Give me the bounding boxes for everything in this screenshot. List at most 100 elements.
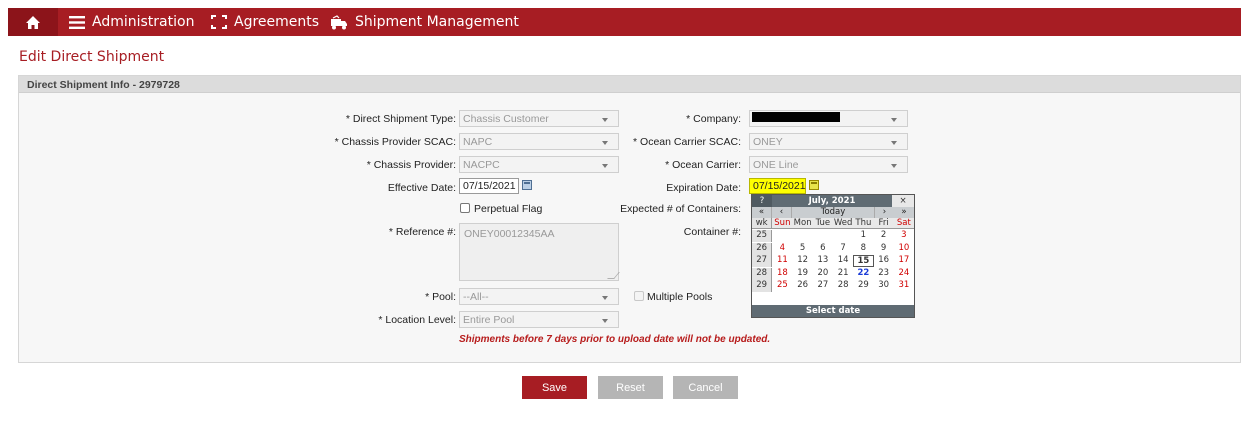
calendar-day[interactable]: 30 xyxy=(874,280,894,292)
pool-value: --All-- xyxy=(463,291,489,303)
effective-date-input[interactable]: 07/15/2021 xyxy=(459,178,519,194)
prev-year-button[interactable]: « xyxy=(752,207,772,218)
calendar-icon[interactable] xyxy=(522,180,532,190)
redacted-company-value xyxy=(752,112,840,122)
calendar-day[interactable]: 22 xyxy=(853,268,873,280)
calendar-day[interactable]: 8 xyxy=(853,243,873,255)
calendar-day[interactable]: 28 xyxy=(833,280,853,292)
calendar-day[interactable]: 11 xyxy=(772,255,792,267)
company-label: * Company: xyxy=(686,113,741,125)
calendar-day[interactable]: 5 xyxy=(793,243,813,255)
calendar-month-title: July, 2021 xyxy=(808,196,856,206)
calendar-empty-cell xyxy=(833,230,853,242)
provider-scac-label: * Chassis Provider SCAC: xyxy=(334,136,456,148)
resize-grip-icon[interactable] xyxy=(607,272,620,279)
top-navigation-bar: Administration Agreements Shipment Manag… xyxy=(8,8,1241,36)
nav-agreements-label: Agreements xyxy=(234,14,320,30)
calendar-day[interactable]: 23 xyxy=(874,268,894,280)
menu-icon xyxy=(69,15,85,29)
calendar-day[interactable]: 27 xyxy=(813,280,833,292)
chevron-down-icon xyxy=(602,141,608,145)
calendar-day[interactable]: 26 xyxy=(793,280,813,292)
calendar-day[interactable]: 15 xyxy=(853,255,874,267)
reference-value: ONEY00012345AA xyxy=(464,228,555,240)
cancel-button[interactable]: Cancel xyxy=(673,376,738,399)
multiple-pools-checkbox[interactable] xyxy=(634,291,644,301)
calendar-day[interactable]: 21 xyxy=(833,268,853,280)
shipment-info-panel: Direct Shipment Info - 2979728 xyxy=(18,75,1241,363)
next-month-button[interactable]: › xyxy=(874,207,894,218)
calendar-day[interactable]: 1 xyxy=(853,230,873,242)
pool-select[interactable]: --All-- xyxy=(459,288,619,305)
agreements-icon xyxy=(211,15,227,29)
week-number: 29 xyxy=(752,280,773,292)
calendar-day[interactable]: 4 xyxy=(772,243,792,255)
perpetual-flag-label: Perpetual Flag xyxy=(474,203,543,215)
calendar-status-bar: Select date xyxy=(752,305,914,317)
nav-agreements[interactable]: Agreements xyxy=(211,8,319,36)
calendar-day[interactable]: 24 xyxy=(894,268,914,280)
ocean-scac-select[interactable]: ONEY xyxy=(749,133,908,150)
weekday-sat: Sat xyxy=(896,218,911,228)
calendar-day[interactable]: 17 xyxy=(894,255,914,267)
calendar-week-row: 29 25 26 27 28 29 30 31 xyxy=(752,280,914,292)
calendar-day[interactable]: 31 xyxy=(894,280,914,292)
provider-scac-select[interactable]: NAPC xyxy=(459,133,619,150)
location-level-value: Entire Pool xyxy=(463,314,515,326)
shipment-type-value: Chassis Customer xyxy=(463,113,549,125)
effective-date-label: Effective Date: xyxy=(387,182,456,194)
expiration-date-label: Expiration Date: xyxy=(666,182,741,194)
perpetual-flag-checkbox[interactable] xyxy=(460,203,470,213)
calendar-day[interactable]: 13 xyxy=(813,255,833,267)
calendar-icon[interactable] xyxy=(809,180,819,190)
container-label: Container #: xyxy=(683,226,741,238)
weekday-thu: Thu xyxy=(855,218,872,228)
calendar-day[interactable]: 29 xyxy=(853,280,873,292)
today-button[interactable]: Today xyxy=(792,207,874,218)
ocean-carrier-select[interactable]: ONE Line xyxy=(749,156,908,173)
calendar-day[interactable]: 18 xyxy=(772,268,792,280)
save-button[interactable]: Save xyxy=(522,376,587,399)
expiration-date-input[interactable]: 07/15/2021 xyxy=(749,178,806,194)
reference-textarea[interactable]: ONEY00012345AA xyxy=(459,223,620,281)
calendar-day[interactable]: 7 xyxy=(833,243,853,255)
shipment-type-select[interactable]: Chassis Customer xyxy=(459,110,619,127)
calendar-day[interactable]: 19 xyxy=(793,268,813,280)
calendar-day[interactable]: 16 xyxy=(874,255,894,267)
location-level-select[interactable]: Entire Pool xyxy=(459,311,619,328)
calendar-day[interactable]: 2 xyxy=(874,230,894,242)
weekday-mon: Mon xyxy=(793,218,812,228)
shipment-type-label: * Direct Shipment Type: xyxy=(345,113,456,125)
calendar-day[interactable]: 20 xyxy=(813,268,833,280)
calendar-day[interactable]: 10 xyxy=(894,243,914,255)
reset-button[interactable]: Reset xyxy=(598,376,663,399)
calendar-title-bar: ? July, 2021 × xyxy=(752,195,914,207)
home-button[interactable] xyxy=(8,8,58,36)
chevron-down-icon xyxy=(602,164,608,168)
calendar-day[interactable]: 14 xyxy=(833,255,853,267)
calendar-day[interactable]: 3 xyxy=(894,230,914,242)
calendar-day[interactable]: 6 xyxy=(813,243,833,255)
nav-administration[interactable]: Administration xyxy=(69,8,194,36)
calendar-week-row: 28 18 19 20 21 22 23 24 xyxy=(752,267,914,280)
calendar-weekday-header: wk Sun Mon Tue Wed Thu Fri Sat xyxy=(752,218,914,229)
next-year-button[interactable]: » xyxy=(894,207,914,218)
calendar-close-button[interactable]: × xyxy=(892,195,914,207)
nav-shipment-management-label: Shipment Management xyxy=(355,14,519,30)
ocean-carrier-label: * Ocean Carrier: xyxy=(665,159,741,171)
calendar-day[interactable]: 9 xyxy=(874,243,894,255)
prev-month-button[interactable]: ‹ xyxy=(772,207,792,218)
weekday-fri: Fri xyxy=(878,218,889,228)
multiple-pools-label: Multiple Pools xyxy=(647,291,713,303)
calendar-help-button[interactable]: ? xyxy=(752,195,772,207)
chevron-down-icon xyxy=(602,118,608,122)
calendar-day[interactable]: 25 xyxy=(772,280,792,292)
calendar-day[interactable]: 12 xyxy=(793,255,813,267)
provider-select[interactable]: NACPC xyxy=(459,156,619,173)
nav-shipment-management[interactable]: Shipment Management xyxy=(330,8,519,36)
calendar-empty-cell xyxy=(813,230,833,242)
nav-administration-label: Administration xyxy=(92,14,195,30)
week-number: 25 xyxy=(752,230,773,242)
weekday-wed: Wed xyxy=(833,218,853,228)
chevron-down-icon xyxy=(602,319,608,323)
